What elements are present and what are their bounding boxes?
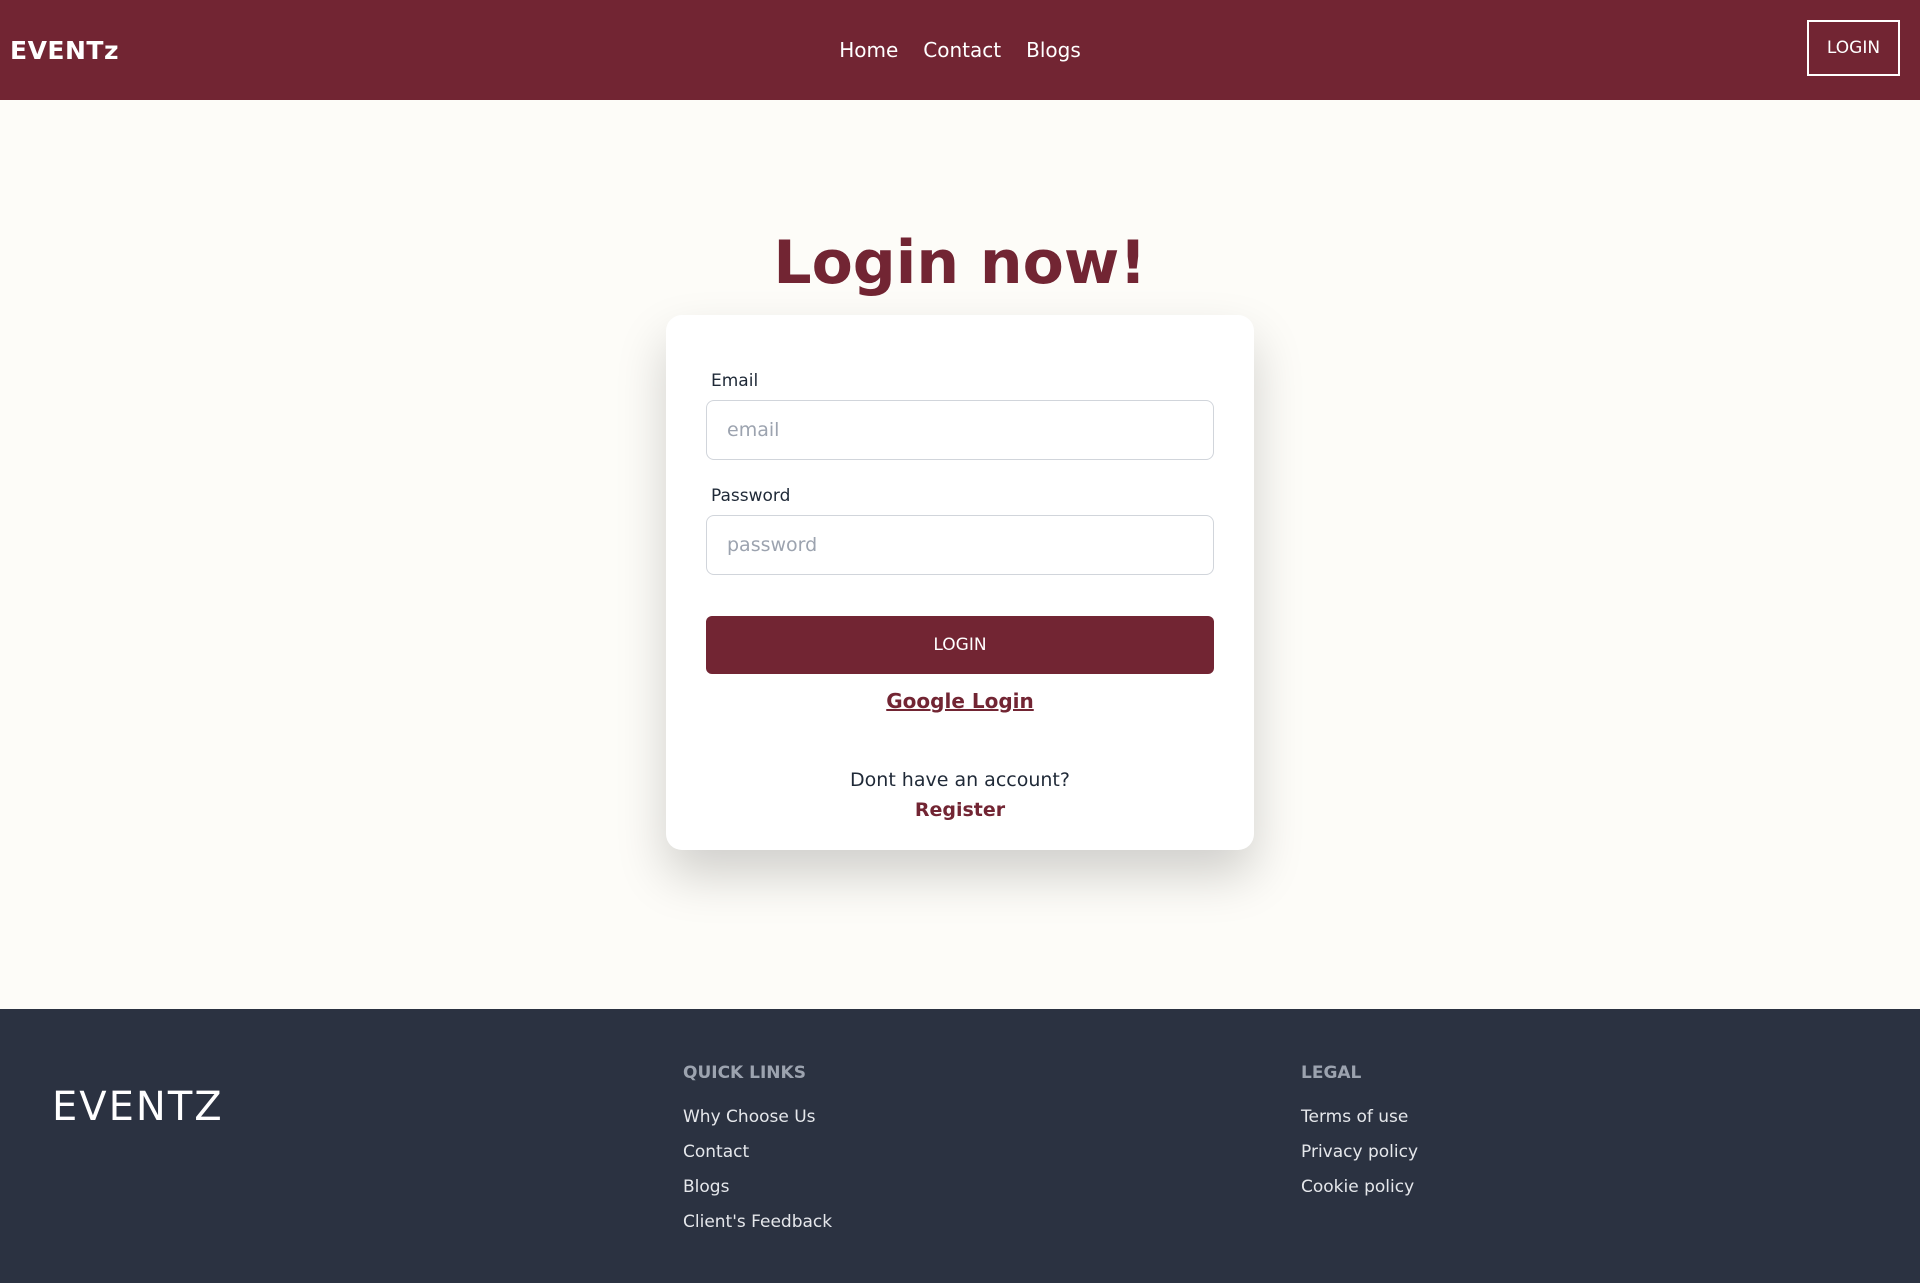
- email-input[interactable]: [706, 400, 1214, 460]
- nav-blogs-link[interactable]: Blogs: [1026, 38, 1081, 62]
- footer-link-cookie[interactable]: Cookie policy: [1301, 1177, 1418, 1197]
- google-login-row: Google Login: [666, 689, 1254, 713]
- password-input[interactable]: [706, 515, 1214, 575]
- login-button[interactable]: LOGIN: [706, 616, 1214, 674]
- register-link[interactable]: Register: [915, 799, 1005, 821]
- main-nav: Home Contact Blogs: [0, 0, 1920, 100]
- google-login-link[interactable]: Google Login: [886, 689, 1034, 713]
- footer-link-privacy[interactable]: Privacy policy: [1301, 1142, 1418, 1162]
- email-label: Email: [711, 371, 759, 391]
- footer-brand: EVENTZ: [52, 1084, 224, 1130]
- brand-logo[interactable]: EVENTz: [10, 36, 119, 65]
- page-title: Login now!: [773, 228, 1147, 298]
- footer-link-blogs[interactable]: Blogs: [683, 1177, 832, 1197]
- site-header: EVENTz Home Contact Blogs LOGIN: [0, 0, 1920, 100]
- header-login-button[interactable]: LOGIN: [1807, 20, 1900, 76]
- register-row: Register: [666, 799, 1254, 821]
- nav-home-link[interactable]: Home: [839, 38, 898, 62]
- no-account-text: Dont have an account?: [850, 769, 1070, 791]
- footer-quick-links: QUICK LINKS Why Choose Us Contact Blogs …: [683, 1063, 832, 1247]
- site-footer: EVENTZ QUICK LINKS Why Choose Us Contact…: [0, 1009, 1920, 1283]
- footer-link-terms[interactable]: Terms of use: [1301, 1107, 1418, 1127]
- legal-heading: LEGAL: [1301, 1063, 1362, 1083]
- nav-contact-link[interactable]: Contact: [923, 38, 1001, 62]
- login-card: Email Password LOGIN Google Login Dont h…: [666, 315, 1254, 850]
- footer-link-contact[interactable]: Contact: [683, 1142, 832, 1162]
- password-label: Password: [711, 486, 791, 506]
- footer-link-why-choose-us[interactable]: Why Choose Us: [683, 1107, 832, 1127]
- footer-link-client-feedback[interactable]: Client's Feedback: [683, 1212, 832, 1232]
- quick-links-heading: QUICK LINKS: [683, 1063, 806, 1083]
- footer-legal: LEGAL Terms of use Privacy policy Cookie…: [1301, 1063, 1418, 1212]
